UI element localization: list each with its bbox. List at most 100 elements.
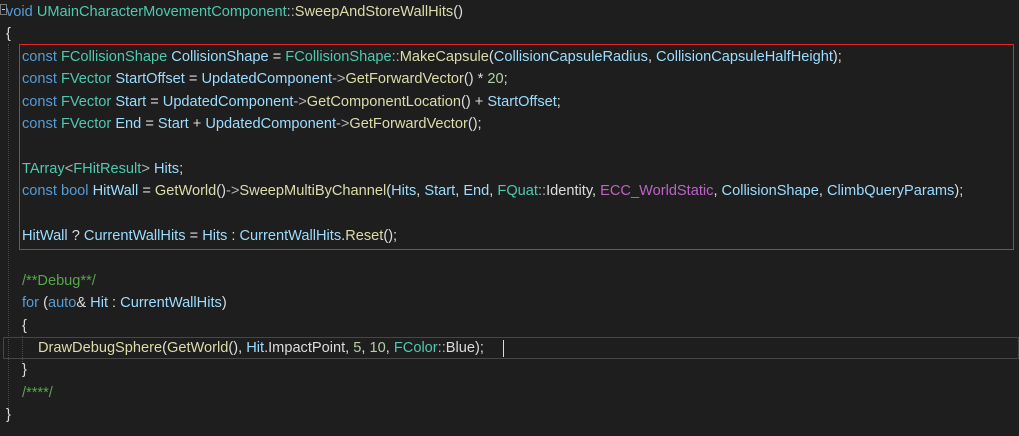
code-line[interactable]: const bool HitWall = GetWorld()->SweepMu… xyxy=(0,180,1019,202)
code-token: -> xyxy=(226,183,240,200)
code-token: (), xyxy=(228,340,247,356)
code-token: UpdatedComponent xyxy=(205,116,337,132)
code-token: Hits xyxy=(153,160,180,177)
code-token: FVector xyxy=(60,71,112,88)
code-token: () * xyxy=(463,71,488,88)
code-token: GetComponentLocation xyxy=(306,93,461,110)
code-token: End xyxy=(463,183,490,200)
code-token: = xyxy=(146,93,163,110)
code-token: ? xyxy=(67,228,84,244)
code-token: .ImpactPoint, xyxy=(264,340,354,356)
code-line[interactable]: } xyxy=(0,359,1019,381)
code-token: auto xyxy=(47,295,77,312)
code-token: Hits xyxy=(391,183,417,200)
code-token: CurrentWallHits xyxy=(120,295,222,312)
code-token: SweepAndStoreWallHits xyxy=(294,4,454,20)
code-token: , xyxy=(385,340,394,356)
code-line[interactable]: HitWall ? CurrentWallHits = Hits : Curre… xyxy=(0,225,1019,247)
code-token: void xyxy=(6,4,33,20)
code-token: MakeCapsule xyxy=(399,48,489,65)
code-token: FQuat xyxy=(497,183,538,200)
code-token: /**Debug**/ xyxy=(22,272,96,289)
code-token: GetForwardVector xyxy=(349,116,468,132)
code-token: { xyxy=(6,26,11,43)
code-line[interactable] xyxy=(0,203,1019,225)
code-token: { xyxy=(22,317,27,334)
code-token: DrawDebugSphere xyxy=(38,340,163,356)
code-line[interactable]: const FVector StartOffset = UpdatedCompo… xyxy=(0,68,1019,90)
code-token: /****/ xyxy=(22,384,53,401)
code-token: ; xyxy=(179,160,184,177)
code-token: = xyxy=(185,228,203,244)
code-line[interactable]: void UMainCharacterMovementComponent::Sw… xyxy=(0,1,1019,23)
code-token: > xyxy=(141,160,150,177)
code-token: (); xyxy=(467,116,482,132)
code-token: StartOffset xyxy=(115,71,185,88)
code-token: FVector xyxy=(60,116,112,132)
code-line[interactable]: DrawDebugSphere(GetWorld(), Hit.ImpactPo… xyxy=(0,337,1019,359)
code-token: Hit xyxy=(90,295,108,312)
code-token: const xyxy=(22,116,57,132)
code-token: = xyxy=(184,71,202,88)
code-token: GetForwardVector xyxy=(345,71,464,88)
code-line[interactable] xyxy=(0,247,1019,269)
code-line[interactable]: { xyxy=(0,23,1019,45)
code-token: FHitResult xyxy=(73,160,142,177)
code-token: < xyxy=(64,160,74,177)
code-line[interactable]: /****/ xyxy=(0,382,1019,404)
code-token: Start xyxy=(157,116,189,132)
code-token: CollisionShape xyxy=(721,183,819,200)
code-token: , xyxy=(818,183,828,200)
code-token: :: xyxy=(437,340,446,356)
code-line[interactable]: const FVector Start = UpdatedComponent->… xyxy=(0,91,1019,113)
code-token: ; xyxy=(503,71,508,88)
code-token: Start xyxy=(424,183,456,200)
code-line[interactable]: for (auto& Hit : CurrentWallHits) xyxy=(0,292,1019,314)
code-line[interactable]: } xyxy=(0,404,1019,426)
code-token: CurrentWallHits xyxy=(239,228,342,244)
code-token: :: xyxy=(391,48,400,65)
code-token: ClimbQueryParams xyxy=(827,183,955,200)
code-token: ( xyxy=(39,295,48,312)
code-token: -> xyxy=(293,93,307,110)
code-token: :: xyxy=(286,4,295,20)
code-token: HitWall xyxy=(92,183,139,200)
code-token: = xyxy=(141,116,158,132)
code-token: FCollisionShape xyxy=(60,48,168,65)
code-token: const xyxy=(22,71,57,88)
code-token: Start xyxy=(115,93,147,110)
code-token: = xyxy=(268,48,286,65)
code-token: (); xyxy=(383,228,398,244)
code-token: = xyxy=(138,183,155,200)
code-line[interactable]: const FVector End = Start + UpdatedCompo… xyxy=(0,113,1019,135)
code-token: ); xyxy=(954,183,964,200)
code-line[interactable]: TArray<FHitResult> Hits; xyxy=(0,158,1019,180)
code-token: } xyxy=(6,407,11,424)
code-token: UMainCharacterMovementComponent xyxy=(36,4,287,20)
code-token: GetWorld xyxy=(154,183,217,200)
text-caret xyxy=(503,340,504,357)
code-token: const xyxy=(22,48,57,65)
code-token: const xyxy=(22,183,57,200)
code-line[interactable]: const FCollisionShape CollisionShape = F… xyxy=(0,46,1019,68)
code-token: Hits xyxy=(202,228,228,244)
code-token: ; xyxy=(556,93,561,110)
code-token: Reset xyxy=(345,228,384,244)
code-token: 10 xyxy=(369,340,386,356)
code-token: for xyxy=(22,295,40,312)
code-token: Hit xyxy=(246,340,265,356)
code-token: StartOffset xyxy=(487,93,557,110)
code-token: :: xyxy=(537,183,547,200)
code-line[interactable] xyxy=(0,135,1019,157)
code-editor[interactable]: void UMainCharacterMovementComponent::Sw… xyxy=(0,0,1019,436)
code-token: + xyxy=(188,116,206,132)
code-line[interactable]: /**Debug**/ xyxy=(0,270,1019,292)
code-token: CollisionShape xyxy=(171,48,269,65)
code-token: () + xyxy=(460,93,488,110)
code-token: UpdatedComponent xyxy=(201,71,333,88)
code-token: Blue); xyxy=(445,340,484,356)
code-line[interactable]: { xyxy=(0,315,1019,337)
code-token: -> xyxy=(336,116,350,132)
code-token: , xyxy=(361,340,370,356)
code-token: () xyxy=(453,4,463,20)
